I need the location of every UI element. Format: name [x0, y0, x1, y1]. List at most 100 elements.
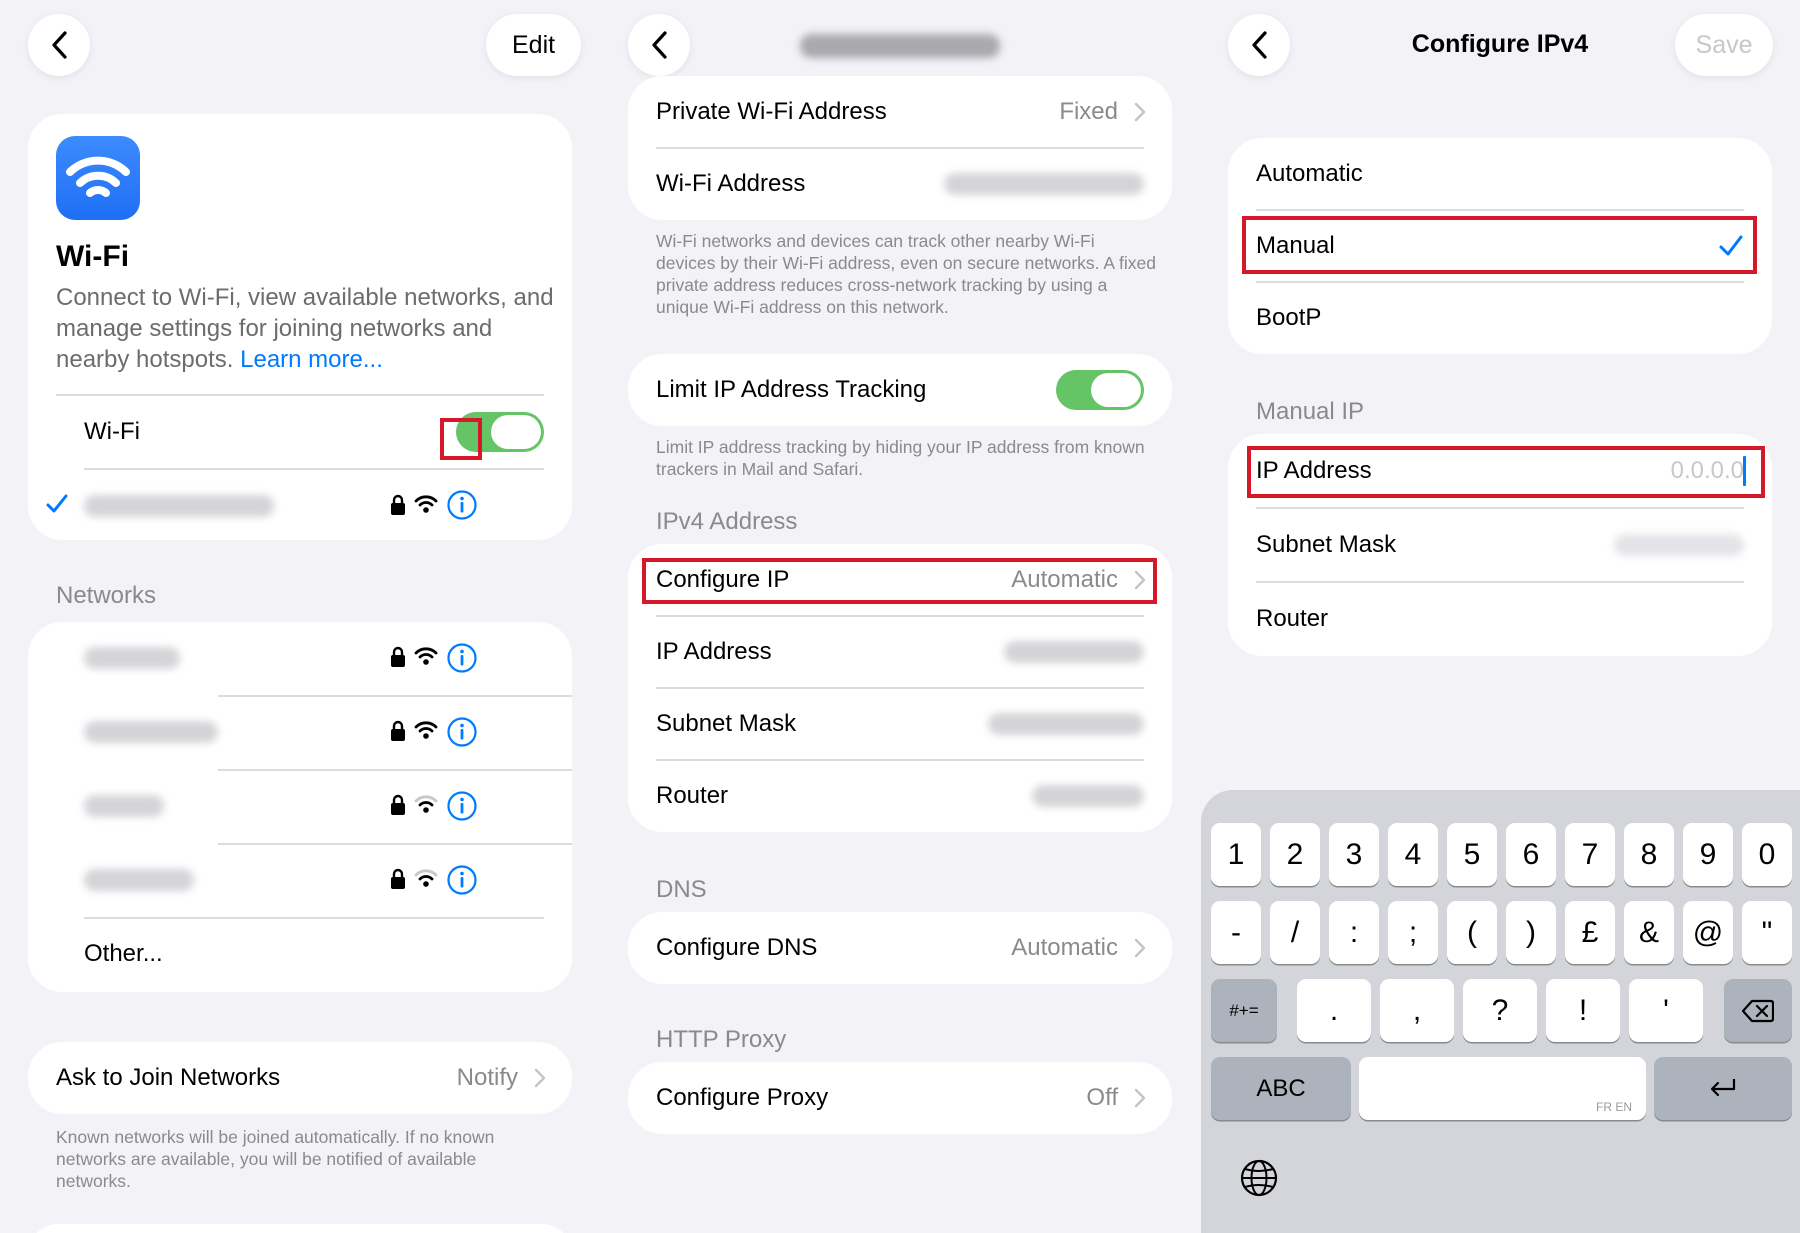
key-abc[interactable]: ABC — [1211, 1057, 1351, 1120]
wifi-signal-icon — [414, 495, 438, 513]
wifi-toggle-label: Wi-Fi — [84, 418, 140, 445]
connected-network-row[interactable] — [28, 470, 572, 540]
lock-icon — [391, 494, 405, 515]
key-open-paren[interactable]: ( — [1447, 901, 1497, 964]
network-name — [84, 647, 180, 669]
ask-join-value: Notify — [456, 1064, 518, 1091]
key-0[interactable]: 0 — [1742, 823, 1792, 886]
edit-button[interactable]: Edit — [486, 14, 582, 76]
network-row[interactable] — [28, 770, 572, 842]
wifi-description: Connect to Wi-Fi, view available network… — [56, 282, 556, 375]
key-period[interactable]: . — [1297, 979, 1371, 1042]
ask-join-footnote: Known networks will be joined automatica… — [56, 1127, 495, 1191]
ask-join-row[interactable]: Ask to Join Networks Notify — [28, 1042, 572, 1114]
router-row: Router — [628, 760, 1172, 832]
info-icon[interactable] — [446, 790, 478, 822]
connected-network-name — [84, 495, 274, 517]
key-question[interactable]: ? — [1463, 979, 1537, 1042]
lock-icon — [391, 720, 405, 741]
back-button[interactable] — [28, 14, 90, 76]
info-icon[interactable] — [446, 489, 478, 521]
back-button[interactable] — [628, 14, 690, 76]
configure-dns-value: Automatic — [1011, 934, 1118, 961]
private-address-value: Fixed — [1059, 98, 1118, 125]
ipv4-header: IPv4 Address — [656, 508, 798, 535]
router-value — [1032, 785, 1144, 807]
network-title — [800, 34, 1000, 58]
wifi-address-row: Wi-Fi Address — [628, 148, 1172, 220]
network-name — [84, 721, 218, 743]
option-bootp[interactable]: BootP — [1228, 282, 1772, 354]
proxy-card: Configure Proxy Off — [628, 1062, 1172, 1134]
key-close-paren[interactable]: ) — [1506, 901, 1556, 964]
network-row[interactable] — [28, 696, 572, 768]
key-5[interactable]: 5 — [1447, 823, 1497, 886]
space-language-hint: FR EN — [1596, 1100, 1632, 1114]
key-comma[interactable]: , — [1380, 979, 1454, 1042]
ask-join-card: Ask to Join Networks Notify — [28, 1042, 572, 1114]
key-backspace[interactable] — [1724, 979, 1792, 1042]
ip-address-value — [1004, 641, 1144, 663]
info-icon[interactable] — [446, 642, 478, 674]
key-ampersand[interactable]: & — [1624, 901, 1674, 964]
key-at[interactable]: @ — [1683, 901, 1733, 964]
configure-proxy-value: Off — [1086, 1084, 1118, 1111]
wifi-signal-icon — [414, 795, 438, 813]
configure-proxy-row[interactable]: Configure Proxy Off — [628, 1062, 1172, 1134]
limit-ip-toggle[interactable] — [1056, 370, 1144, 410]
configure-dns-row[interactable]: Configure DNS Automatic — [628, 912, 1172, 984]
save-button[interactable]: Save — [1675, 14, 1773, 76]
wifi-address-label: Wi-Fi Address — [656, 170, 806, 197]
key-semicolon[interactable]: ; — [1388, 901, 1438, 964]
configure-dns-label: Configure DNS — [656, 934, 818, 961]
key-pound[interactable]: £ — [1565, 901, 1615, 964]
learn-more-link[interactable]: Learn more... — [240, 346, 383, 373]
router-row[interactable]: Router — [1228, 582, 1772, 656]
ask-join-label: Ask to Join Networks — [56, 1064, 281, 1091]
info-button-highlight — [440, 418, 482, 460]
option-label: Automatic — [1256, 160, 1363, 187]
key-8[interactable]: 8 — [1624, 823, 1674, 886]
key-return[interactable] — [1654, 1057, 1792, 1120]
network-row[interactable] — [28, 844, 572, 916]
dns-header: DNS — [656, 876, 707, 903]
info-icon[interactable] — [446, 716, 478, 748]
key-9[interactable]: 9 — [1683, 823, 1733, 886]
chevron-right-icon — [1134, 1088, 1146, 1108]
chevron-left-icon — [52, 31, 67, 59]
chevron-right-icon — [1134, 938, 1146, 958]
limit-ip-row: Limit IP Address Tracking — [628, 354, 1172, 426]
proxy-header: HTTP Proxy — [656, 1026, 787, 1053]
key-more-symbols[interactable]: #+= — [1211, 979, 1277, 1042]
wifi-icon — [66, 156, 130, 197]
key-quote[interactable]: " — [1742, 901, 1792, 964]
private-address-row[interactable]: Private Wi-Fi Address Fixed — [628, 76, 1172, 148]
key-colon[interactable]: : — [1329, 901, 1379, 964]
network-row[interactable] — [28, 622, 572, 694]
router-label: Router — [1256, 605, 1329, 632]
other-label: Other... — [84, 940, 163, 967]
option-automatic[interactable]: Automatic — [1228, 138, 1772, 210]
key-4[interactable]: 4 — [1388, 823, 1438, 886]
key-3[interactable]: 3 — [1329, 823, 1379, 886]
network-name — [84, 795, 164, 817]
key-apostrophe[interactable]: ' — [1629, 979, 1703, 1042]
other-network-row[interactable]: Other... — [28, 918, 572, 990]
info-icon[interactable] — [446, 864, 478, 896]
key-2[interactable]: 2 — [1270, 823, 1320, 886]
key-exclamation[interactable]: ! — [1546, 979, 1620, 1042]
subnet-row[interactable]: Subnet Mask — [1228, 508, 1772, 582]
limit-ip-label: Limit IP Address Tracking — [656, 376, 927, 403]
wifi-settings-panel: Edit Wi-Fi Connect to Wi-Fi, view availa… — [0, 0, 600, 1233]
key-dash[interactable]: - — [1211, 901, 1261, 964]
key-slash[interactable]: / — [1270, 901, 1320, 964]
globe-icon[interactable] — [1239, 1158, 1279, 1198]
limit-ip-card: Limit IP Address Tracking — [628, 354, 1172, 426]
key-7[interactable]: 7 — [1565, 823, 1615, 886]
wifi-toggle-row: Wi-Fi — [28, 396, 572, 468]
key-space[interactable]: FR EN — [1359, 1057, 1646, 1120]
private-address-label: Private Wi-Fi Address — [656, 98, 887, 125]
chevron-right-icon — [1134, 102, 1146, 122]
key-1[interactable]: 1 — [1211, 823, 1261, 886]
key-6[interactable]: 6 — [1506, 823, 1556, 886]
